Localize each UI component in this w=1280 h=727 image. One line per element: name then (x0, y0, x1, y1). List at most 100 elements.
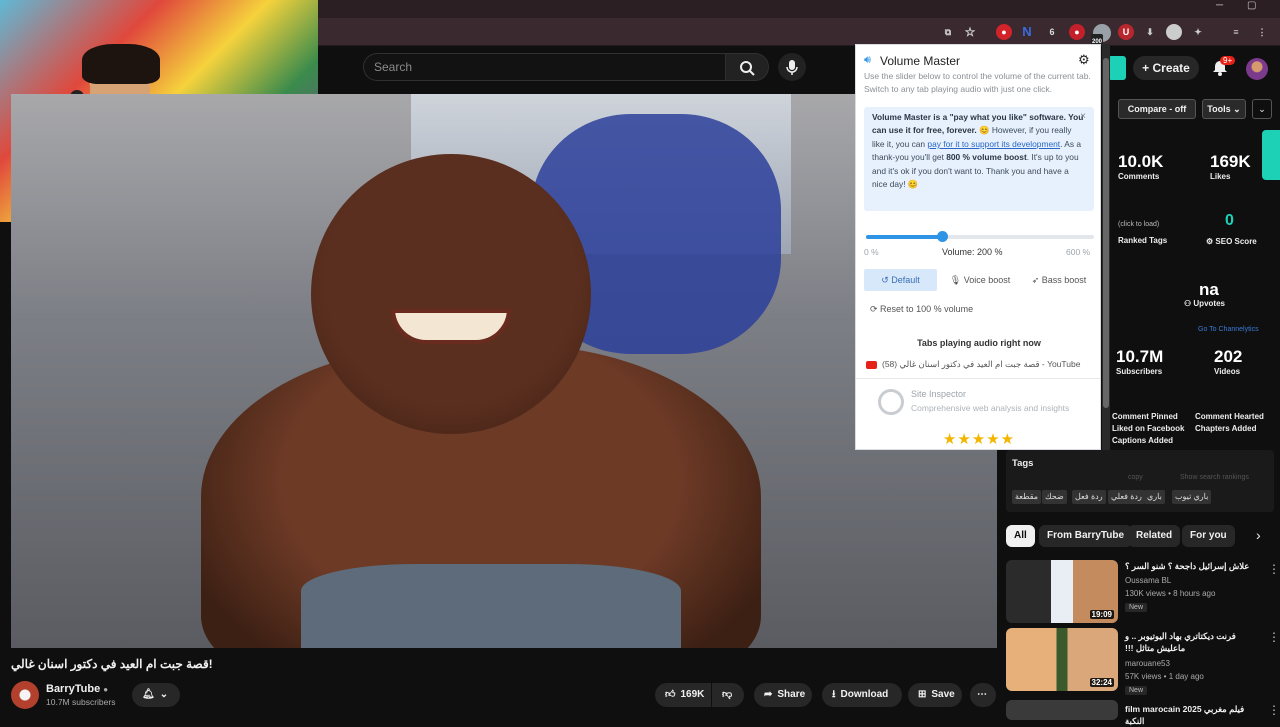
chip-related[interactable]: Related (1128, 525, 1181, 547)
cast-icon[interactable]: ⧉ (940, 24, 956, 40)
new-badge: New (1125, 686, 1148, 695)
likes-label: Likes (1210, 172, 1231, 181)
media-controls-icon[interactable]: ≡ (1228, 24, 1244, 40)
tag-item[interactable]: ضحك (1042, 490, 1067, 504)
volume-slider-thumb[interactable] (936, 231, 948, 242)
chip-all[interactable]: All (1006, 525, 1035, 547)
chips-next-arrow-icon[interactable]: › (1256, 527, 1261, 543)
settings-gear-icon[interactable]: ⚙ (1078, 52, 1090, 68)
share-label: Share (777, 689, 806, 700)
show-search-rankings-button[interactable]: Show search rankings (1180, 474, 1249, 481)
bookmark-star-icon[interactable]: ☆ (962, 24, 978, 40)
browser-menu-icon[interactable]: ⋮ (1254, 24, 1270, 40)
chip-for-you[interactable]: For you (1182, 525, 1235, 547)
extension-side-handle[interactable] (1262, 130, 1280, 180)
recommendation-title[interactable]: film marocain فيلم مغربي 2025 النكبة (1125, 703, 1265, 727)
flag-comment-hearted: Comment Hearted (1195, 412, 1264, 421)
bass-boost-label: Bass boost (1041, 275, 1087, 285)
volume-master-extension-icon[interactable]: 200 (1091, 24, 1111, 50)
site-inspector-icon (878, 389, 904, 415)
video-player[interactable] (11, 94, 997, 648)
youtube-icon (866, 360, 877, 369)
extension-grey-icon[interactable] (1166, 24, 1182, 40)
notification-subscribe-button[interactable]: 🔔︎ ⌄ (132, 683, 180, 707)
copy-tags-button[interactable]: copy (1128, 474, 1143, 481)
voice-search-button[interactable] (778, 53, 806, 81)
extension-pdf-icon[interactable]: ● (1069, 24, 1085, 40)
panel-collapse-button[interactable]: ⌄ (1252, 99, 1272, 119)
site-inspector-subtitle: Comprehensive web analysis and insights (911, 403, 1070, 413)
tag-item[interactable]: باري (1144, 490, 1165, 504)
more-actions-button[interactable]: ⋯ (970, 683, 996, 707)
channelytics-link[interactable]: Go To Channelytics (1198, 326, 1259, 333)
upvotes-label: ⚇ Upvotes (1184, 299, 1225, 308)
minimize-icon[interactable]: ─ (1216, 0, 1223, 11)
download-label: Download (840, 689, 889, 700)
subscriber-count: 10.7M subscribers (46, 697, 116, 707)
recommendation-meta: 130K views • 8 hours ago (1125, 589, 1216, 598)
recommendation-thumbnail[interactable]: 19:09 (1006, 560, 1118, 623)
rating-stars[interactable]: ★★★★★ (856, 430, 1100, 448)
default-preset-button[interactable]: ↺ Default (864, 269, 937, 291)
search-box[interactable]: Search (363, 53, 725, 81)
notifications-badge: 9+ (1220, 56, 1236, 65)
recommendation-title[interactable]: فرنت ديكتاتري بهاد اليوتيوبر .. و ماعليش… (1125, 630, 1265, 654)
share-button[interactable]: ➦ Share (754, 683, 812, 707)
channel-name-label: BarryTube (46, 683, 101, 695)
download-button[interactable]: ⭳ Download (822, 683, 902, 707)
video-duration: 32:24 (1089, 678, 1114, 687)
compare-toggle-button[interactable]: Compare - off (1118, 99, 1196, 119)
extension-side-tab[interactable] (1108, 56, 1126, 80)
voice-boost-button[interactable]: 🎙︎ Voice boost (943, 269, 1017, 291)
recommendation-channel[interactable]: marouane53 (1125, 659, 1170, 668)
more-vertical-icon[interactable]: ⋮ (1268, 562, 1280, 576)
download-extension-icon[interactable]: ⬇ (1142, 24, 1158, 40)
popup-scrollbar[interactable] (1102, 44, 1110, 450)
chevron-down-icon: ⌄ (159, 689, 169, 700)
tag-item[interactable]: مقطعة (1012, 490, 1042, 504)
webcam-hair (82, 44, 160, 84)
channel-name[interactable]: BarryTube ● (46, 683, 108, 695)
recommendation-thumbnail[interactable]: 32:24 (1006, 628, 1118, 691)
tag-item[interactable]: ردة فعل (1072, 490, 1106, 504)
ranked-tags-label: Ranked Tags (1118, 236, 1168, 245)
click-to-load-link[interactable]: (click to load) (1118, 221, 1159, 228)
more-vertical-icon[interactable]: ⋮ (1268, 630, 1280, 644)
pay-what-you-like-note: × Volume Master is a "pay what you like"… (864, 107, 1094, 211)
close-icon[interactable]: × (1080, 110, 1086, 123)
extensions-puzzle-icon[interactable]: ✦ (1190, 24, 1206, 40)
bass-boost-button[interactable]: ➶ Bass boost (1022, 269, 1096, 291)
tools-dropdown-button[interactable]: Tools ⌄ (1202, 99, 1246, 119)
flag-chapters-added: Chapters Added (1195, 424, 1257, 433)
extension-n-icon[interactable]: N (1019, 24, 1035, 40)
more-vertical-icon[interactable]: ⋮ (1268, 703, 1280, 717)
search-button[interactable] (725, 53, 769, 81)
maximize-icon[interactable]: ▢ (1247, 0, 1256, 11)
extension-number-icon[interactable]: 6 (1044, 24, 1060, 40)
extension-red-icon[interactable]: ● (996, 24, 1012, 40)
save-button[interactable]: ⊞ Save (908, 683, 962, 707)
like-button[interactable]: 👍︎ 169K (655, 683, 711, 707)
site-inspector-title[interactable]: Site Inspector (911, 389, 966, 399)
pay-link[interactable]: pay for it to support its development (927, 139, 1060, 149)
chevron-down-icon: ⌄ (1258, 104, 1266, 114)
user-avatar[interactable] (1246, 58, 1268, 80)
channel-avatar[interactable] (11, 681, 39, 709)
recommendation-channel[interactable]: Oussama BL (1125, 576, 1171, 585)
tags-heading: Tags (1012, 458, 1034, 469)
tag-item[interactable]: باري تيوب (1172, 490, 1212, 504)
create-button[interactable]: + Create (1133, 56, 1199, 80)
note-boost-text: 800 % volume boost (946, 152, 1027, 163)
chip-from-channel[interactable]: From BarryTube (1039, 525, 1133, 547)
audio-tab-item[interactable]: (58) قصة جبت ام العيد في دكتور اسنان غال… (866, 359, 1080, 370)
ublock-icon[interactable]: U (1118, 24, 1134, 40)
recommendation-thumbnail[interactable] (1006, 700, 1118, 720)
search-input[interactable]: Search (374, 60, 412, 74)
tag-item[interactable]: ردة فعلي (1108, 490, 1145, 504)
reset-volume-button[interactable]: ⟳ Reset to 100 % volume (870, 304, 973, 315)
recommendation-title[interactable]: علاش إسرائيل داجحة ؟ شنو السر ؟ (1125, 560, 1265, 572)
default-label: Default (891, 275, 920, 285)
popup-scrollbar-thumb[interactable] (1103, 58, 1109, 408)
dislike-button[interactable]: 👎︎ (712, 683, 744, 707)
more-horizontal-icon: ⋯ (977, 689, 987, 700)
